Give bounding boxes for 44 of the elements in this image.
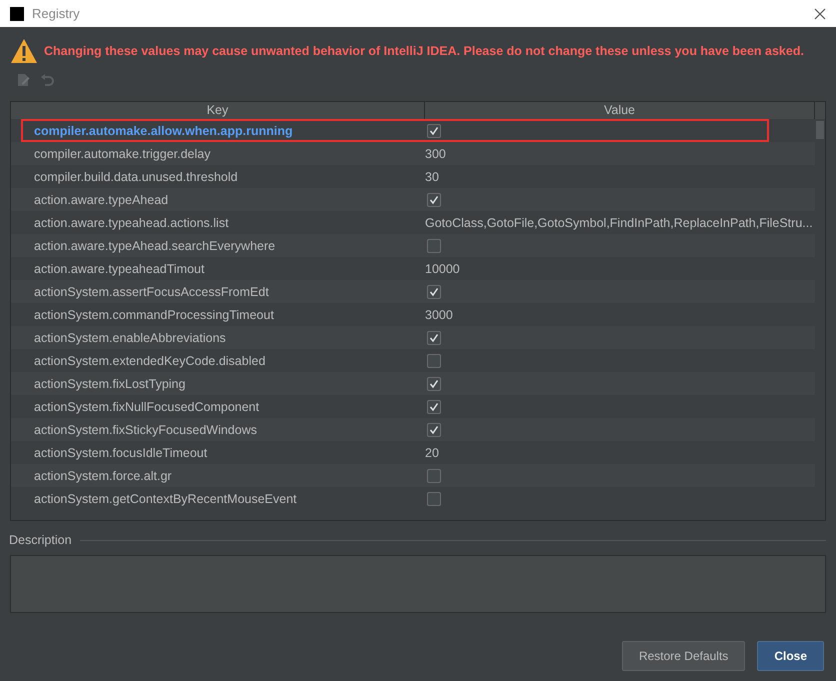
key-cell-text: actionSystem.focusIdleTimeout [33, 446, 208, 460]
column-header[interactable]: Key [11, 102, 425, 119]
value-checkbox[interactable] [427, 468, 441, 482]
app-logo-icon [10, 6, 24, 20]
column-header[interactable]: Value [425, 102, 815, 119]
value-checkbox[interactable] [427, 492, 441, 506]
value-checkbox[interactable] [427, 354, 441, 368]
dialog-button[interactable]: Close [757, 641, 824, 671]
close-icon[interactable] [814, 8, 826, 20]
description-label: Description [9, 533, 72, 547]
key-cell-text: actionSystem.commandProcessingTimeout [33, 308, 275, 322]
dialog-button[interactable]: Restore Defaults [622, 641, 746, 671]
value-cell: 3000 [425, 308, 453, 322]
value-cell: 300 [425, 146, 446, 160]
value-cell: 30 [425, 170, 439, 184]
value-cell: GotoClass,GotoFile,GotoSymbol,FindInPath,ReplaceInPath,FileStru... [425, 216, 813, 230]
value-checkbox[interactable] [427, 192, 441, 206]
warning-icon [10, 38, 38, 64]
key-cell-text: actionSystem.getContextByRecentMouseEvent [33, 492, 298, 506]
value-cell: 10000 [425, 262, 460, 276]
value-checkbox[interactable] [427, 422, 441, 436]
key-cell-text: actionSystem.fixNullFocusedComponent [33, 400, 260, 414]
value-checkbox[interactable] [427, 400, 441, 414]
key-cell-text: actionSystem.fixStickyFocusedWindows [33, 422, 258, 436]
key-cell-text: action.aware.typeahead.actions.list [33, 216, 230, 230]
key-cell-text: actionSystem.enableAbbreviations [33, 330, 227, 344]
value-cell: 20 [425, 446, 439, 460]
key-cell-text: actionSystem.assertFocusAccessFromEdt [33, 284, 270, 298]
value-checkbox[interactable] [427, 376, 441, 390]
key-cell-text: action.aware.typeAhead.searchEverywhere [33, 238, 276, 252]
warning-message: Changing these values may cause unwanted behavior of IntelliJ IDEA. Please do not change these unless you have been asked. [44, 44, 804, 58]
key-cell-text: actionSystem.extendedKeyCode.disabled [33, 354, 266, 368]
window-title: Registry [32, 6, 81, 21]
key-cell-text: action.aware.typeaheadTimout [33, 262, 206, 276]
value-checkbox[interactable] [427, 238, 441, 252]
key-cell-text: action.aware.typeAhead [33, 192, 170, 206]
key-cell-text: compiler.automake.trigger.delay [33, 146, 212, 160]
key-cell-text: actionSystem.force.alt.gr [33, 468, 173, 482]
value-checkbox[interactable] [427, 330, 441, 344]
key-cell-text: compiler.automake.allow.when.app.running [33, 124, 294, 138]
key-cell-text: actionSystem.fixLostTyping [33, 376, 186, 390]
value-checkbox[interactable] [427, 284, 441, 298]
key-cell-text: compiler.build.data.unused.threshold [33, 170, 239, 184]
value-checkbox[interactable] [427, 124, 441, 138]
